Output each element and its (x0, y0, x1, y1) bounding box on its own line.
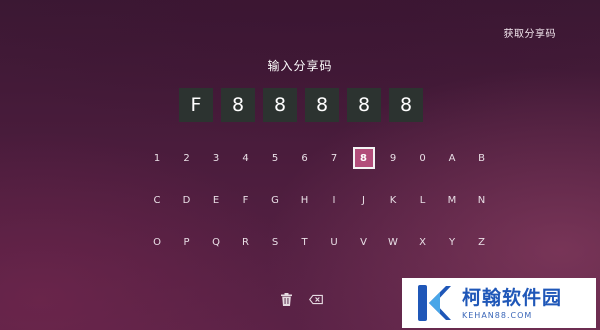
clear-all-button[interactable] (279, 292, 293, 306)
key[interactable]: W (382, 231, 404, 253)
code-box[interactable]: 8 (347, 88, 381, 122)
kehan-logo-icon (418, 285, 451, 321)
key[interactable]: H (294, 189, 316, 211)
watermark-name: 柯翰软件园 (462, 286, 563, 309)
key[interactable]: P (176, 231, 198, 253)
key[interactable]: E (205, 189, 227, 211)
key[interactable]: R (235, 231, 257, 253)
code-box[interactable]: F (179, 88, 213, 122)
keyboard-row: O P Q R S T U V W X Y Z (146, 228, 500, 256)
key[interactable]: Z (471, 231, 493, 253)
key[interactable]: S (264, 231, 286, 253)
key[interactable]: I (323, 189, 345, 211)
key[interactable]: 6 (294, 147, 316, 169)
code-box[interactable]: 8 (305, 88, 339, 122)
key[interactable]: 4 (235, 147, 257, 169)
key[interactable]: B (471, 147, 493, 169)
trash-icon (280, 292, 292, 306)
page-title: 输入分享码 (267, 59, 333, 73)
key[interactable]: 0 (412, 147, 434, 169)
key[interactable]: 9 (382, 147, 404, 169)
key[interactable]: 3 (205, 147, 227, 169)
key[interactable]: X (412, 231, 434, 253)
on-screen-keyboard: 1 2 3 4 5 6 7 8 9 0 A B C D E F G H I J … (146, 144, 500, 270)
key[interactable]: V (353, 231, 375, 253)
key[interactable]: Q (205, 231, 227, 253)
key-selected[interactable]: 8 (352, 147, 375, 169)
key[interactable]: 2 (176, 147, 198, 169)
key[interactable]: D (176, 189, 198, 211)
code-box[interactable]: 8 (263, 88, 297, 122)
keyboard-row: 1 2 3 4 5 6 7 8 9 0 A B (146, 144, 500, 172)
key[interactable]: 1 (146, 147, 168, 169)
key[interactable]: U (323, 231, 345, 253)
backspace-icon (309, 294, 323, 304)
key[interactable]: L (412, 189, 434, 211)
watermark-url: KEHAN88.COM (462, 310, 533, 320)
watermark: 柯翰软件园 KEHAN88.COM (402, 278, 596, 328)
key[interactable]: O (146, 231, 168, 253)
key[interactable]: F (235, 189, 257, 211)
code-box[interactable]: 8 (221, 88, 255, 122)
key[interactable]: G (264, 189, 286, 211)
key[interactable]: Y (441, 231, 463, 253)
key[interactable]: J (353, 189, 375, 211)
get-share-code-link[interactable]: 获取分享码 (504, 25, 557, 40)
key[interactable]: K (382, 189, 404, 211)
code-box[interactable]: 8 (389, 88, 423, 122)
keyboard-row: C D E F G H I J K L M N (146, 186, 500, 214)
backspace-button[interactable] (309, 292, 323, 306)
key[interactable]: A (441, 147, 463, 169)
key[interactable]: 5 (264, 147, 286, 169)
code-input-row: F 8 8 8 8 8 (179, 88, 423, 122)
key[interactable]: M (441, 189, 463, 211)
key[interactable]: C (146, 189, 168, 211)
key[interactable]: N (471, 189, 493, 211)
key[interactable]: 7 (323, 147, 345, 169)
bottom-actions (279, 292, 323, 306)
key[interactable]: T (294, 231, 316, 253)
